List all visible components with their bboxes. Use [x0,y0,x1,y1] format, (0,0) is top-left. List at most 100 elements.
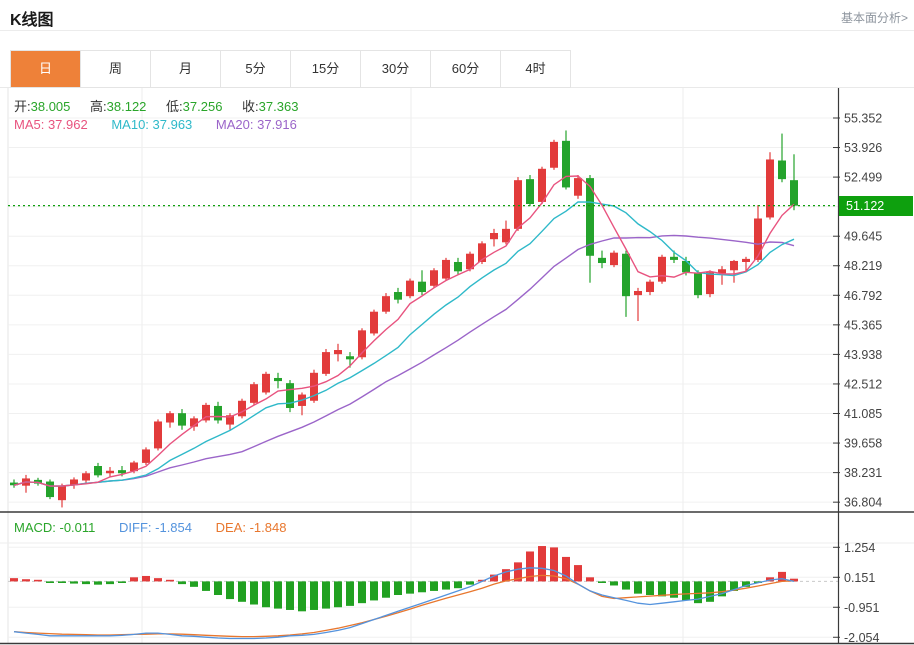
macd-bar [658,581,666,596]
candle[interactable] [634,288,642,321]
macd-bar [238,581,246,601]
price-tick-label: 45.365 [844,318,882,332]
macd-bar [46,581,54,583]
macd-bar [250,581,258,604]
macd-bar [610,581,618,585]
candle[interactable] [262,372,270,395]
tab-60min[interactable]: 60分 [431,51,501,87]
tab-week[interactable]: 周 [81,51,151,87]
open-label: 开: [14,99,31,114]
candle[interactable] [622,251,630,317]
candle[interactable] [46,479,54,499]
price-tick-label: 41.085 [844,407,882,421]
macd-tick-label: -2.054 [844,631,879,645]
price-tick-label: 55.352 [844,112,882,126]
candle[interactable] [322,349,330,376]
macd-tick-label: -0.951 [844,601,879,615]
candle[interactable] [418,270,426,295]
candle[interactable] [514,177,522,231]
candle[interactable] [142,447,150,465]
candle[interactable] [214,402,222,424]
tab-month[interactable]: 月 [151,51,221,87]
candle[interactable] [442,258,450,281]
candle[interactable] [466,252,474,272]
macd-bar [142,576,150,581]
price-tick-label: 42.512 [844,377,882,391]
tab-day[interactable]: 日 [11,51,81,87]
macd-bar [574,565,582,581]
open-value: 38.005 [31,99,71,114]
macd-bar [346,581,354,605]
candle[interactable] [766,152,774,219]
ma-legend: MA5: 37.962 MA10: 37.963 MA20: 37.916 [14,117,297,132]
candle[interactable] [454,258,462,275]
macd-bar [226,581,234,599]
macd-tick-label: 0.151 [844,571,875,585]
candle[interactable] [694,270,702,298]
tab-5min[interactable]: 5分 [221,51,291,87]
candle[interactable] [250,382,258,405]
macd-bar [286,581,294,610]
candle[interactable] [382,293,390,314]
candle[interactable] [166,411,174,428]
macd-bar [82,581,90,584]
tab-15min[interactable]: 15分 [291,51,361,87]
candle[interactable] [358,328,366,359]
current-price-tag: 51.122 [839,196,913,216]
macd-bar [682,581,690,600]
candle[interactable] [490,229,498,247]
candle[interactable] [10,479,18,487]
candle[interactable] [562,130,570,189]
candle[interactable] [22,475,30,493]
diff-readout: DIFF: -1.854 [119,520,192,535]
candle[interactable] [298,392,306,415]
macd-bar [370,581,378,600]
candle[interactable] [58,484,66,508]
macd-tick-label: 1.254 [844,541,875,555]
candle[interactable] [610,251,618,268]
macd-bar [106,581,114,584]
macd-bar [310,581,318,610]
macd-bar [178,581,186,584]
candle[interactable] [274,373,282,389]
candle[interactable] [70,477,78,488]
candle[interactable] [178,409,186,430]
macd-bar [274,581,282,608]
candle[interactable] [334,344,342,362]
macd-bar [58,581,66,583]
candle[interactable] [778,134,786,183]
candle[interactable] [526,175,534,206]
candle[interactable] [430,268,438,288]
macd-bar [70,581,78,583]
candle[interactable] [754,205,762,262]
candle[interactable] [154,419,162,450]
tab-30min[interactable]: 30分 [361,51,431,87]
candle[interactable] [406,279,414,299]
candle[interactable] [370,310,378,336]
candle[interactable] [394,288,402,304]
macd-bar [454,581,462,588]
candle[interactable] [286,380,294,412]
macd-bar [406,581,414,593]
candle[interactable] [646,280,654,296]
macd-bar [166,580,174,582]
macd-bar [442,581,450,589]
price-tick-label: 49.645 [844,230,882,244]
price-tick-label: 48.219 [844,259,882,273]
candle[interactable] [730,260,738,283]
macd-bar [622,581,630,589]
low-label: 低: [166,99,183,114]
candle[interactable] [94,463,102,477]
macd-bar [22,579,30,581]
tab-4hour[interactable]: 4时 [501,51,570,87]
macd-bar [466,581,474,584]
candle[interactable] [238,399,246,419]
candle[interactable] [658,255,666,284]
macd-bar [94,581,102,584]
ma10-readout: MA10: 37.963 [111,117,192,132]
candle[interactable] [790,154,798,210]
macd-bar [118,581,126,583]
candle[interactable] [478,241,486,264]
macd-bar [706,581,714,601]
candle[interactable] [550,140,558,170]
